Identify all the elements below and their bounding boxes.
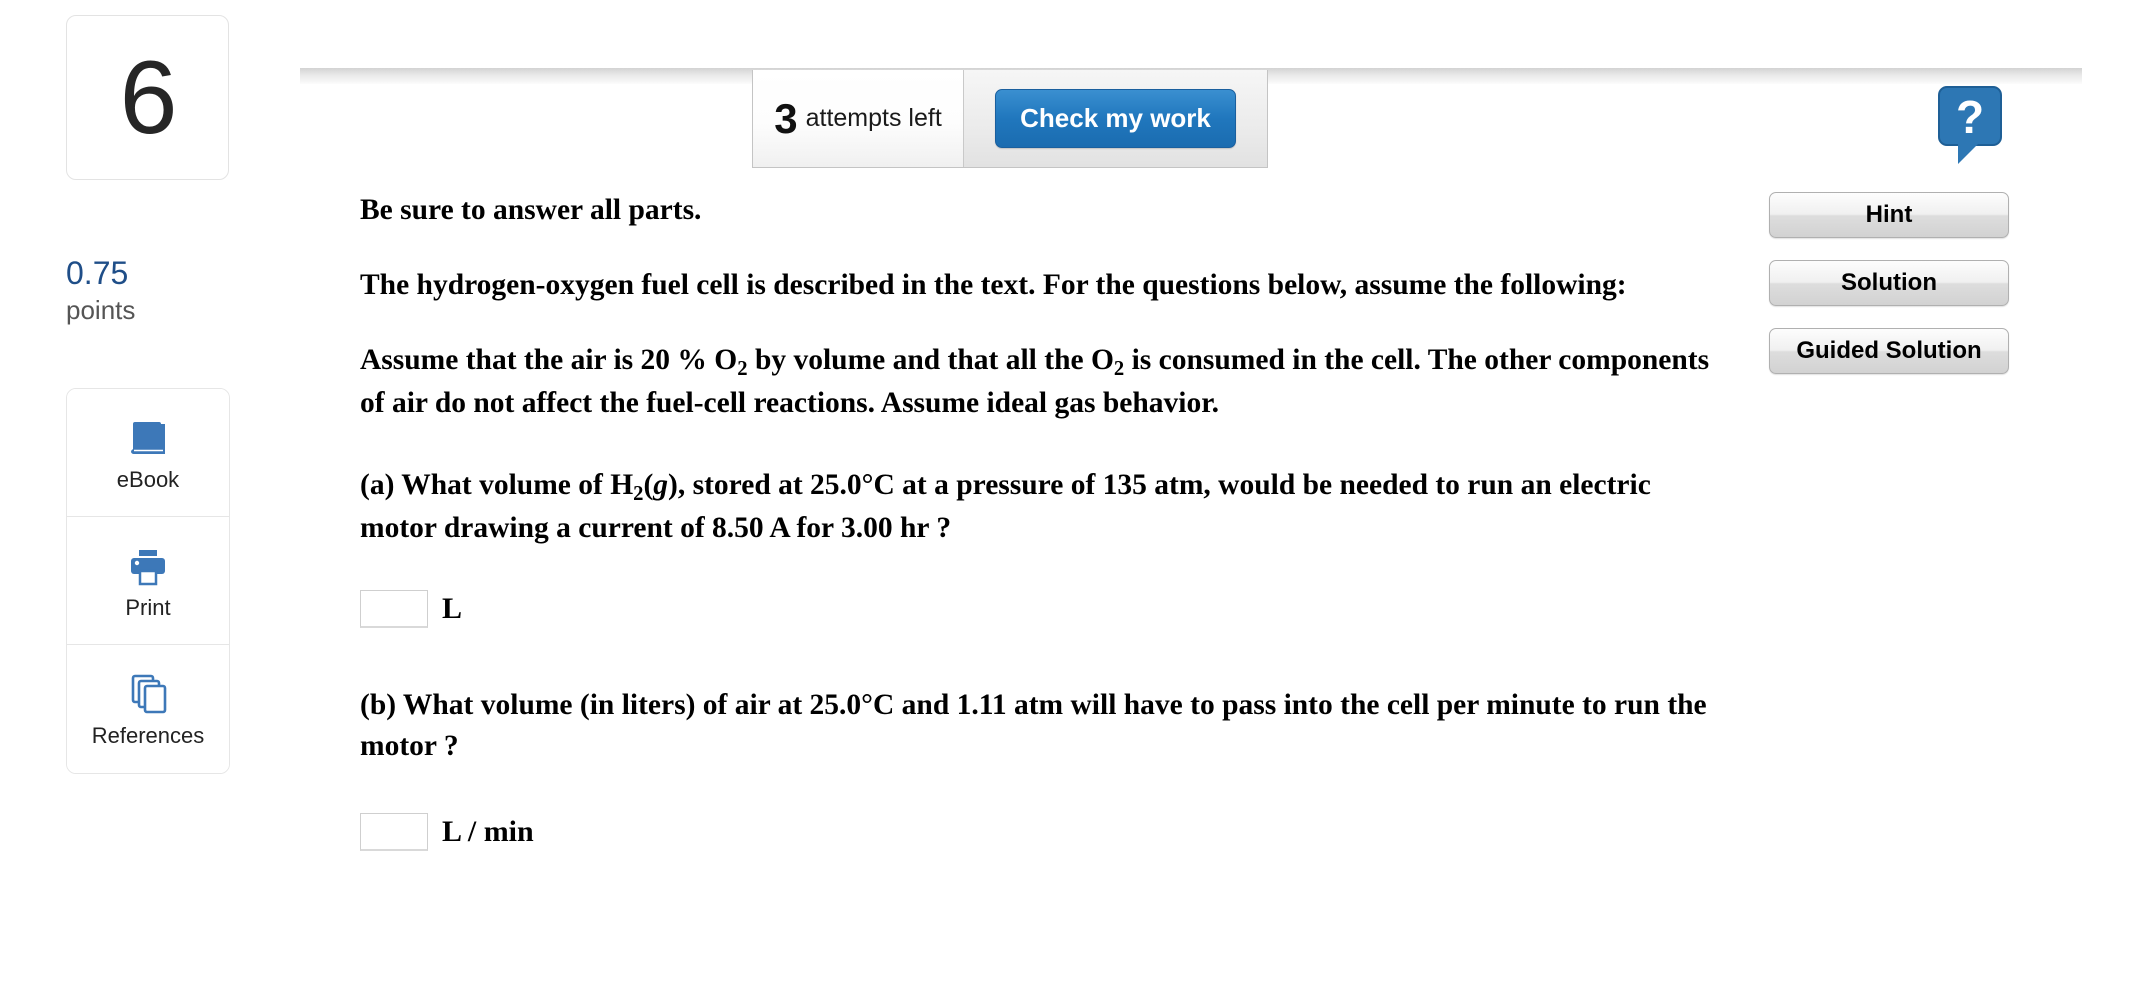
- part-a-question-text: (a) What volume of H2(g), stored at 25.0…: [360, 468, 1651, 545]
- sidebar-item-ebook[interactable]: eBook: [67, 389, 229, 517]
- assumption-subscript-1: 2: [737, 357, 748, 380]
- sidebar-item-print[interactable]: Print: [67, 517, 229, 645]
- sidebar-item-print-label: Print: [125, 594, 171, 620]
- book-icon: [127, 413, 169, 459]
- sidebar-item-references-label: References: [91, 723, 205, 748]
- points-label: points: [66, 295, 136, 325]
- right-action-buttons: Hint Solution Guided Solution: [1769, 192, 2009, 374]
- attempts-label: attempts left: [805, 104, 942, 132]
- references-icon: [127, 669, 169, 715]
- part-a-subscript: 2: [633, 482, 644, 505]
- guided-solution-button[interactable]: Guided Solution: [1769, 328, 2009, 374]
- check-button-cell: Check my work: [964, 70, 1267, 167]
- part-a-answer-input[interactable]: [360, 589, 428, 628]
- part-b-answer-row: L / min: [360, 811, 1720, 853]
- solution-button[interactable]: Solution: [1769, 260, 2009, 306]
- svg-text:?: ?: [1956, 91, 1984, 143]
- answer-all-parts-instruction: Be sure to answer all parts.: [360, 194, 702, 226]
- check-my-work-button[interactable]: Check my work: [995, 89, 1236, 148]
- sidebar-tool-stack: eBook Print References: [66, 388, 230, 774]
- assumption-segment-1: Assume that the air is 20 % O: [360, 343, 738, 376]
- sidebar-item-ebook-label: eBook: [116, 466, 180, 492]
- points-value: 0.75: [66, 255, 129, 291]
- attempts-left-display: 3 attempts left: [753, 70, 964, 167]
- hint-button[interactable]: Hint: [1769, 192, 2009, 238]
- part-a-unit-label: L: [442, 591, 463, 625]
- part-b-question-text: (b) What volume (in liters) of air at 25…: [360, 688, 1707, 762]
- question-body: Be sure to answer all parts. The hydroge…: [360, 190, 1720, 853]
- part-a-lead-text: (a) What volume of H: [360, 468, 634, 501]
- part-b-unit-label: L / min: [442, 815, 534, 849]
- question-number: 6: [119, 39, 178, 156]
- assumption-subscript-2: 2: [1113, 357, 1125, 380]
- attempts-count: 3: [774, 94, 798, 142]
- part-a-state-symbol: g: [653, 468, 669, 501]
- printer-icon: [126, 541, 170, 587]
- question-assumptions-text: Assume that the air is 20 % O2 by volume…: [360, 340, 1720, 425]
- check-work-panel: 3 attempts left Check my work: [752, 70, 1268, 168]
- question-sidebar: 6 0.75 points eBook Print References: [0, 0, 300, 1003]
- sidebar-item-references[interactable]: References: [67, 645, 229, 773]
- assumption-segment-2: by volume and that all the O: [747, 343, 1114, 376]
- part-b-answer-input[interactable]: [360, 813, 428, 852]
- question-help-bubble-icon[interactable]: ?: [1938, 86, 2004, 166]
- part-a-answer-row: L: [360, 588, 1720, 630]
- question-number-box: 6: [66, 15, 229, 180]
- question-page: 6 0.75 points eBook Print References 3 a…: [0, 0, 2139, 1003]
- question-intro-text: The hydrogen-oxygen fuel cell is describ…: [360, 269, 1627, 302]
